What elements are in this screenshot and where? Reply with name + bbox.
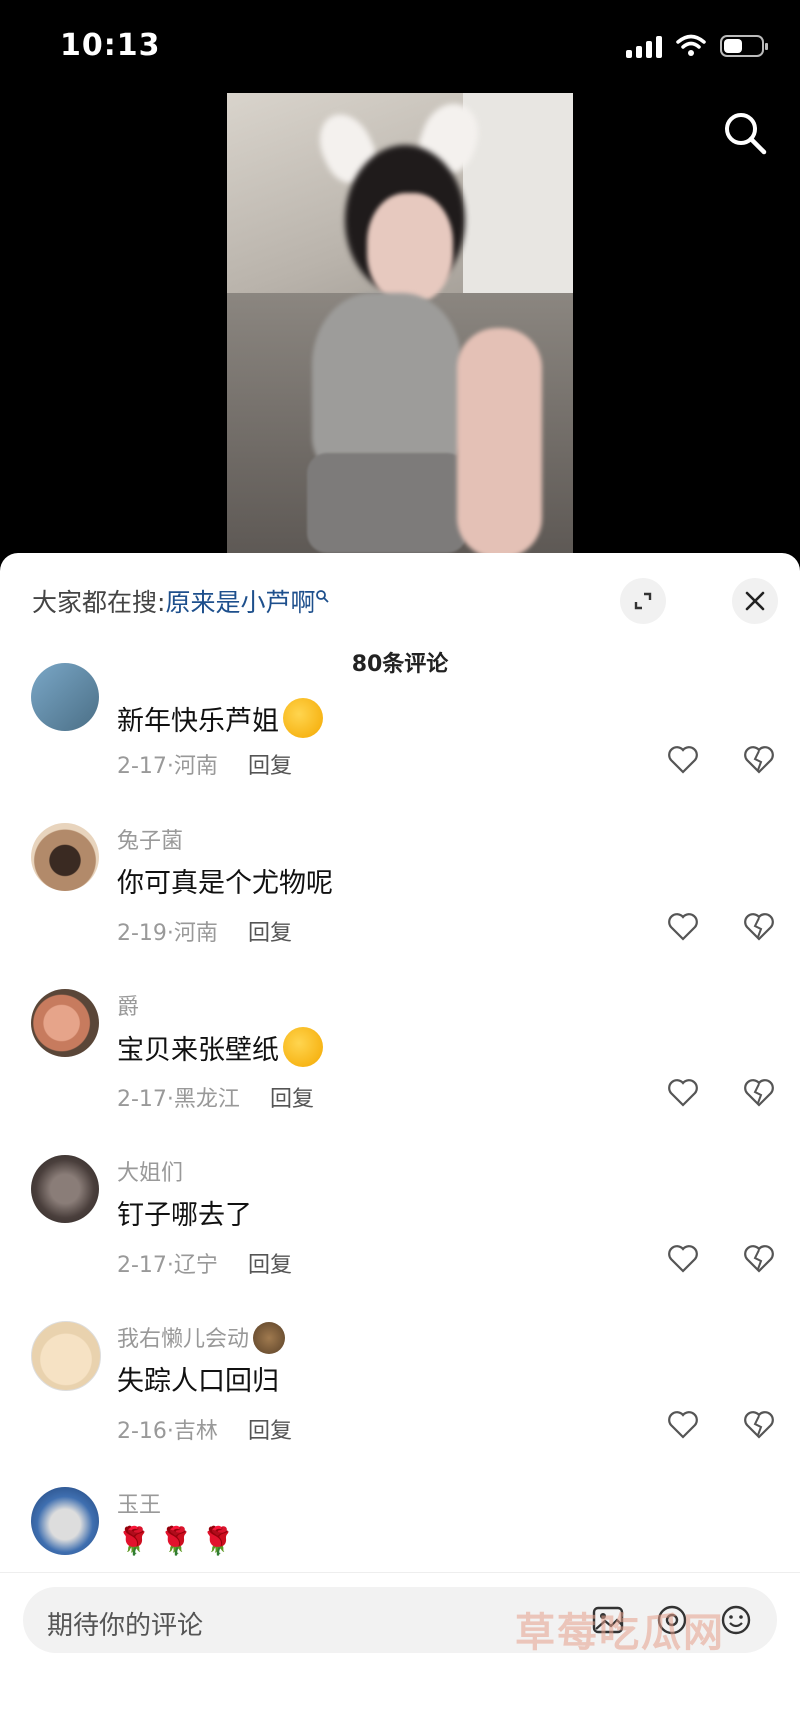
battery-icon bbox=[720, 35, 768, 57]
expand-button[interactable] bbox=[620, 578, 666, 624]
status-time: 10:13 bbox=[60, 28, 161, 63]
hot-search[interactable]: 大家都在搜:原来是小芦啊 bbox=[32, 583, 330, 619]
hot-search-prefix: 大家都在搜: bbox=[32, 588, 166, 617]
comment-username[interactable]: 玉王 bbox=[117, 1487, 161, 1519]
comment-text: 新年快乐芦姐 bbox=[117, 698, 323, 738]
hot-search-term[interactable]: 原来是小芦啊 bbox=[165, 588, 315, 617]
comment-input-placeholder: 期待你的评论 bbox=[47, 1611, 204, 1641]
dislike-icon[interactable] bbox=[742, 1408, 776, 1442]
avatar[interactable] bbox=[31, 663, 99, 731]
reply-button[interactable]: 回复 bbox=[270, 1087, 314, 1112]
comment-date: 2-17·黑龙江 bbox=[117, 1087, 240, 1112]
reply-button[interactable]: 回复 bbox=[248, 1253, 292, 1278]
like-icon[interactable] bbox=[666, 743, 700, 777]
wifi-icon bbox=[676, 34, 706, 56]
avatar[interactable] bbox=[31, 1487, 99, 1555]
like-icon[interactable] bbox=[666, 1408, 700, 1442]
comment-meta: 2-17·黑龙江 回复 bbox=[117, 1081, 314, 1113]
small-search-icon bbox=[316, 590, 330, 603]
search-icon[interactable] bbox=[720, 108, 770, 158]
reply-button[interactable]: 回复 bbox=[248, 1419, 292, 1444]
comment-text: 钉子哪去了 bbox=[117, 1200, 252, 1231]
avatar[interactable] bbox=[31, 989, 99, 1057]
comment-text: 🌹 🌹 🌹 bbox=[117, 1526, 236, 1557]
comment-meta: 2-17·河南 回复 bbox=[117, 748, 292, 780]
watermark-text: 草莓吃瓜网 bbox=[515, 1610, 725, 1656]
dislike-icon[interactable] bbox=[742, 1076, 776, 1110]
reply-button[interactable]: 回复 bbox=[248, 921, 292, 946]
status-bar: 10:13 bbox=[0, 0, 800, 95]
comment-username[interactable]: 爵 bbox=[117, 989, 139, 1021]
comment-text: 你可真是个尤物呢 bbox=[117, 868, 333, 899]
comment-meta: 2-19·河南 回复 bbox=[117, 915, 292, 947]
avatar[interactable] bbox=[31, 823, 99, 891]
avatar[interactable] bbox=[31, 1321, 101, 1391]
like-icon[interactable] bbox=[666, 1076, 700, 1110]
comment-date: 2-16·吉林 bbox=[117, 1419, 218, 1444]
comment-count: 80条评论 bbox=[351, 652, 449, 677]
comment-meta: 2-16·吉林 回复 bbox=[117, 1413, 292, 1445]
heart-eyes-emoji-icon bbox=[283, 1027, 323, 1067]
divider bbox=[0, 1572, 800, 1573]
sloth-emoji-icon bbox=[253, 1322, 286, 1354]
dislike-icon[interactable] bbox=[742, 910, 776, 944]
comment-username[interactable]: 大姐们 bbox=[117, 1155, 183, 1187]
cat-emoji-icon bbox=[283, 698, 323, 738]
comment-text: 宝贝来张壁纸 bbox=[117, 1027, 323, 1067]
comment-username[interactable]: 兔子菌 bbox=[117, 823, 183, 855]
comment-date: 2-17·河南 bbox=[117, 754, 218, 779]
close-icon bbox=[745, 591, 765, 611]
close-button[interactable] bbox=[732, 578, 778, 624]
signal-icon bbox=[626, 34, 662, 58]
status-icons bbox=[626, 34, 768, 58]
dislike-icon[interactable] bbox=[742, 1242, 776, 1276]
comment-meta: 2-17·辽宁 回复 bbox=[117, 1247, 292, 1279]
comment-date: 2-19·河南 bbox=[117, 921, 218, 946]
like-icon[interactable] bbox=[666, 1242, 700, 1276]
reply-button[interactable]: 回复 bbox=[248, 754, 292, 779]
avatar[interactable] bbox=[31, 1155, 99, 1223]
like-icon[interactable] bbox=[666, 910, 700, 944]
expand-icon bbox=[634, 592, 652, 610]
dislike-icon[interactable] bbox=[742, 743, 776, 777]
video-player[interactable] bbox=[227, 93, 573, 553]
comment-text: 失踪人口回归 bbox=[117, 1366, 279, 1397]
comment-date: 2-17·辽宁 bbox=[117, 1253, 218, 1278]
comments-sheet: 大家都在搜:原来是小芦啊 80条评论 新年快乐芦姐 2-17·河南 回复 兔子菌 … bbox=[0, 553, 800, 1731]
comment-username[interactable]: 我右懒儿会动 bbox=[117, 1321, 286, 1354]
